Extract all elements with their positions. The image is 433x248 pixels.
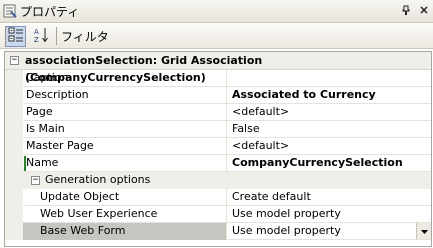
property-row-master-page[interactable]: Master Page <default>	[5, 138, 431, 155]
property-value[interactable]: Use model property	[227, 206, 431, 223]
svg-text:Z: Z	[34, 36, 39, 43]
category-generation-options[interactable]: − Generation options	[5, 172, 431, 189]
properties-toolbar: A Z フィルタ	[0, 24, 433, 49]
property-name: Page	[23, 104, 227, 121]
properties-titlebar: プロパティ	[0, 0, 433, 23]
property-name: Web User Experience	[23, 206, 227, 223]
property-value[interactable]: Use model property	[227, 223, 431, 240]
chevron-down-icon	[420, 227, 428, 236]
property-grid: − associationSelection: Grid Association…	[4, 51, 432, 247]
property-row-is-main[interactable]: Is Main False	[5, 121, 431, 138]
property-name: Is Main	[23, 121, 227, 138]
object-header: − associationSelection: Grid Association…	[5, 52, 431, 84]
property-name: Name	[23, 155, 227, 172]
close-icon[interactable]	[415, 5, 433, 18]
filter-button[interactable]: フィルタ	[61, 28, 109, 45]
property-row-name[interactable]: Name CompanyCurrencySelection	[5, 155, 431, 172]
property-value[interactable]: CompanyCurrencySelection	[227, 155, 431, 172]
property-value[interactable]: Associated to Currency	[227, 87, 431, 104]
property-name: Caption	[23, 70, 227, 87]
sort-az-icon: A Z	[33, 27, 51, 46]
property-row-base-web-form[interactable]: Base Web Form Use model property	[5, 223, 431, 240]
category-label: Generation options	[45, 173, 151, 186]
property-row-page[interactable]: Page <default>	[5, 104, 431, 121]
property-name: Description	[23, 87, 227, 104]
toolbar-separator	[56, 27, 57, 45]
property-row-caption[interactable]: Caption	[5, 70, 431, 87]
property-value[interactable]	[227, 70, 431, 87]
property-name: Master Page	[23, 138, 227, 155]
property-row-description[interactable]: Description Associated to Currency	[5, 87, 431, 104]
window-title: プロパティ	[20, 4, 80, 19]
property-row-web-user-experience[interactable]: Web User Experience Use model property	[5, 206, 431, 223]
svg-text:A: A	[34, 28, 39, 36]
collapse-icon[interactable]: −	[31, 176, 40, 185]
categorized-icon	[8, 27, 24, 46]
pin-icon[interactable]	[397, 5, 415, 18]
property-value[interactable]: False	[227, 121, 431, 138]
property-row-update-object[interactable]: Update Object Create default	[5, 189, 431, 206]
property-value[interactable]: Create default	[227, 189, 431, 206]
property-value[interactable]: <default>	[227, 138, 431, 155]
alphabetical-view-button[interactable]: A Z	[31, 26, 52, 47]
property-value[interactable]: <default>	[227, 104, 431, 121]
dropdown-button[interactable]	[416, 223, 431, 239]
properties-window-icon	[2, 3, 18, 19]
collapse-icon[interactable]: −	[10, 56, 19, 65]
property-name: Base Web Form	[23, 223, 227, 240]
property-name: Update Object	[23, 189, 227, 206]
categorized-view-button[interactable]	[5, 25, 26, 47]
